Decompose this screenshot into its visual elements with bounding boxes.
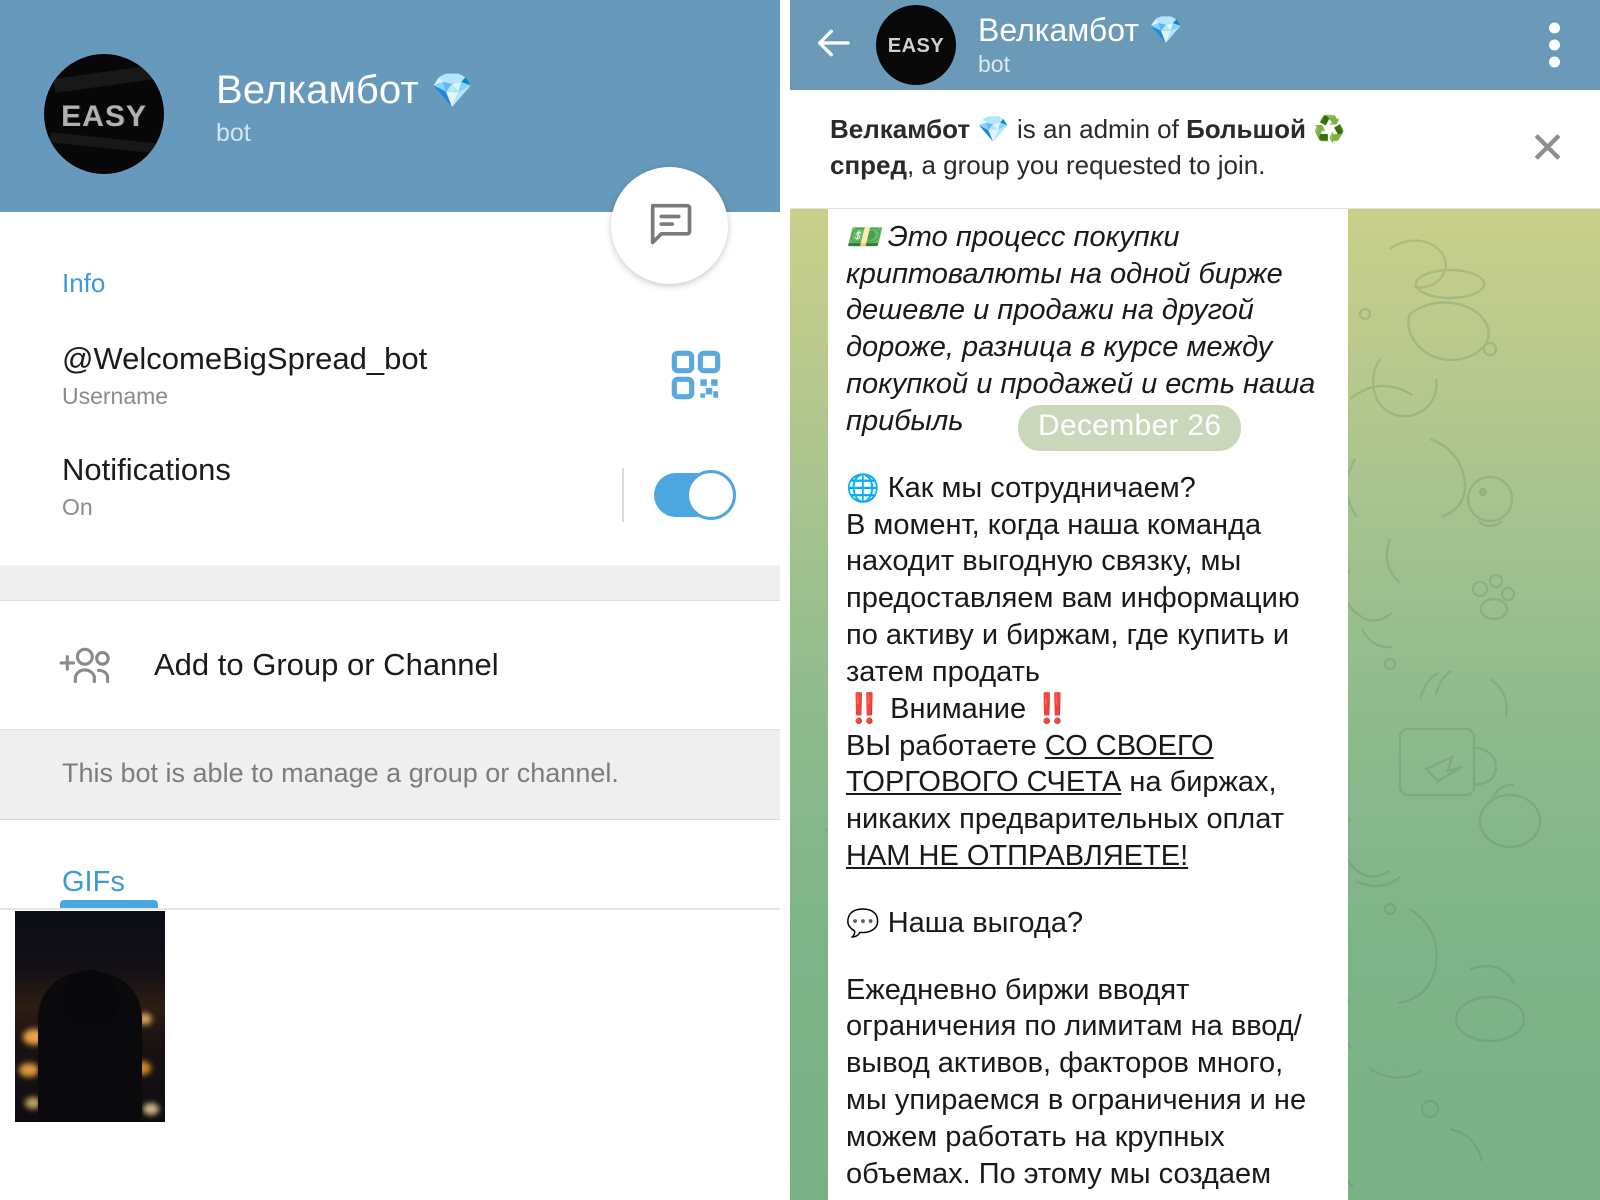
admin-banner-group-name-2: спред [830, 149, 908, 180]
chat-avatar-text: EASY [887, 35, 945, 57]
media-tabs: GIFs [0, 820, 780, 899]
app-screen: EASY Велкамбот 💎 bot Info @WelcomeBigSpr… [0, 0, 1600, 1200]
bot-profile-panel: EASY Велкамбот 💎 bot Info @WelcomeBigSpr… [0, 0, 780, 1200]
double-exclamation-icon: ‼️ [846, 692, 883, 725]
toggle-knob [686, 470, 736, 520]
date-badge: December 26 [1018, 404, 1242, 451]
notifications-toggle[interactable] [654, 470, 736, 520]
message-bubble[interactable]: 💵 Это процесс покупки криптовалюты на од… [828, 208, 1348, 1200]
gem-icon: 💎 [1148, 15, 1183, 45]
avatar[interactable]: EASY [44, 54, 164, 174]
money-icon: 💵 [846, 221, 880, 252]
message-paragraph-3-heading: 💬 Наша выгода? [846, 905, 1330, 942]
message-warning-heading: ‼️ Внимание ‼️ [846, 691, 1330, 728]
gif-thumbnail[interactable] [15, 911, 165, 1122]
message-heading-2: Как мы сотрудничаем? [887, 471, 1196, 504]
chat-title: Велкамбот [978, 12, 1139, 48]
bot-permission-note: This bot is able to manage a group or ch… [62, 758, 619, 788]
message-paragraph-2-body: В момент, когда наша команда находит выг… [846, 508, 1300, 688]
profile-header: EASY Велкамбот 💎 bot [0, 0, 780, 284]
bot-permission-note-band: This bot is able to manage a group or ch… [0, 730, 780, 820]
admin-banner: Велкамбот 💎 is an admin of Большой ♻️ сп… [790, 90, 1600, 209]
back-button[interactable] [790, 23, 876, 68]
chat-panel: EASY Велкамбот 💎 bot Велкамбот 💎 is an a… [780, 0, 1600, 1200]
kebab-menu-icon[interactable] [1549, 17, 1560, 74]
chat-title-block[interactable]: Велкамбот 💎 bot [978, 12, 1183, 78]
chat-message-area: 💵 Это процесс покупки криптовалюты на од… [790, 208, 1600, 1200]
globe-icon: 🌐 [846, 472, 880, 503]
notifications-toggle-wrap [622, 468, 736, 522]
admin-banner-group-name: Большой [1186, 114, 1307, 144]
admin-banner-mid: is an admin of [1009, 114, 1187, 144]
speech-bubble-icon: 💬 [846, 907, 880, 938]
qr-code-icon[interactable] [670, 349, 722, 401]
message-paragraph-2-heading: 🌐 Как мы сотрудничаем? [846, 470, 1330, 507]
message-heading-3: Наша выгода? [887, 906, 1084, 939]
double-exclamation-icon-2: ‼️ [1034, 692, 1071, 725]
avatar-text: EASY [61, 100, 147, 133]
admin-banner-bot-name: Велкамбот [830, 114, 971, 144]
chat-header: EASY Велкамбот 💎 bot [790, 0, 1600, 90]
recycle-icon: ♻️ [1313, 114, 1346, 144]
profile-title-block: Велкамбот 💎 bot [216, 68, 474, 148]
gem-icon: 💎 [431, 71, 474, 110]
page-title: Велкамбот [216, 68, 420, 112]
chat-bubble-icon [644, 197, 696, 254]
warning-word: Внимание [890, 692, 1027, 725]
warn-underline-2: НАМ НЕ ОТПРАВЛЯЕТЕ! [846, 840, 1189, 872]
tabs-divider [0, 908, 780, 910]
tab-active-indicator [60, 900, 158, 908]
back-arrow-icon [811, 23, 855, 68]
chat-avatar[interactable]: EASY [876, 5, 956, 85]
notifications-row[interactable]: Notifications On [62, 410, 780, 522]
warn-line-a: ВЫ работаете [846, 729, 1045, 762]
profile-subtitle: bot [216, 119, 251, 147]
chat-subtitle: bot [978, 51, 1010, 77]
message-warning-body: ВЫ работаете СО СВОЕГО ТОРГОВОГО СЧЕТА н… [846, 728, 1330, 875]
message-paragraph-4: Ежедневно биржи вводят ограничения по ли… [846, 973, 1307, 1200]
tab-gifs[interactable]: GIFs [62, 866, 125, 899]
gif-subject-hood [62, 970, 118, 1026]
gem-icon: 💎 [977, 114, 1010, 144]
send-message-fab[interactable] [611, 167, 728, 284]
admin-banner-text: Велкамбот 💎 is an admin of Большой ♻️ сп… [830, 112, 1504, 184]
vertical-divider [622, 468, 624, 522]
add-people-icon [58, 641, 120, 689]
admin-banner-tail: , a group you requested to join. [907, 149, 1266, 180]
add-to-group-row[interactable]: Add to Group or Channel [0, 601, 780, 730]
close-icon[interactable]: ✕ [1529, 126, 1566, 171]
username-row[interactable]: @WelcomeBigSpread_bot Username [62, 299, 780, 410]
section-separator-band [0, 565, 780, 601]
add-to-group-label: Add to Group or Channel [154, 647, 499, 682]
gif-grid [15, 911, 780, 1122]
